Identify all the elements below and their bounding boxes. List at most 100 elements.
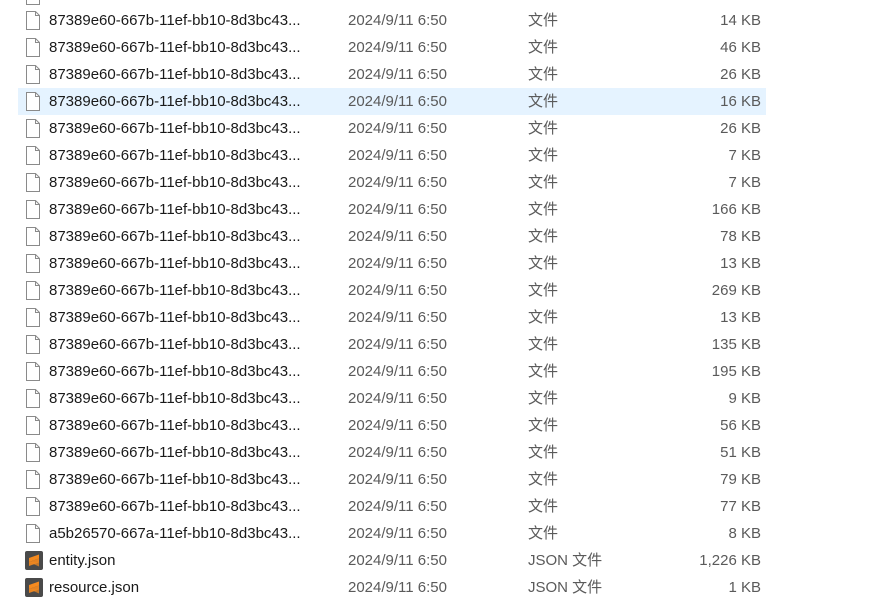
file-size: 79 KB [720, 471, 761, 488]
file-name: 87389e60-667b-11ef-bb10-8d3bc43... [49, 147, 301, 164]
file-date: 2024/9/11 6:50 [348, 525, 447, 542]
document-icon [25, 389, 41, 408]
file-row[interactable]: 87389e60-667b-11ef-bb10-8d3bc43... 2024/9… [18, 493, 766, 520]
file-row[interactable]: resource.json 2024/9/11 6:50 JSON 文件 1 KB [18, 574, 766, 601]
file-name: 87389e60-667b-11ef-bb10-8d3bc43... [49, 228, 301, 245]
file-type: 文件 [528, 309, 559, 326]
file-size: 46 KB [720, 39, 761, 56]
file-type: JSON 文件 [528, 552, 603, 569]
file-name: 87389e60-667b-11ef-bb10-8d3bc43... [49, 39, 301, 56]
file-size: 195 KB [711, 363, 761, 380]
document-icon [25, 92, 41, 111]
file-size: 7 KB [728, 174, 761, 191]
file-row[interactable]: 87389e60-667b-11ef-bb10-8d3bc43... 2024/9… [18, 169, 766, 196]
file-date: 2024/9/11 6:50 [348, 363, 447, 380]
file-size: 14 KB [720, 12, 761, 29]
file-name: 87389e60-667b-11ef-bb10-8d3bc43... [49, 336, 301, 353]
document-icon [25, 146, 41, 165]
file-name: 87389e60-667b-11ef-bb10-8d3bc43... [49, 390, 301, 407]
file-type: 文件 [528, 174, 559, 191]
file-type: 文件 [528, 444, 559, 461]
file-type: 文件 [528, 93, 559, 110]
file-row[interactable]: 87389e60-667b-11ef-bb10-8d3bc43... 2024/9… [18, 277, 766, 304]
file-type: 文件 [528, 498, 559, 515]
file-name: 87389e60-667b-11ef-bb10-8d3bc43... [49, 444, 301, 461]
file-type: 文件 [528, 336, 559, 353]
file-row[interactable]: 87389e60-667b-11ef-bb10-8d3bc43... 2024/9… [18, 385, 766, 412]
file-size: 78 KB [720, 228, 761, 245]
file-type: 文件 [528, 471, 559, 488]
file-row[interactable]: 87389e60-667b-11ef-bb10-8d3bc43... 2024/9… [18, 142, 766, 169]
file-type: 文件 [528, 66, 559, 83]
file-date: 2024/9/11 6:50 [348, 309, 447, 326]
file-row[interactable]: 87389e60-667b-11ef-bb10-8d3bc43... 2024/9… [18, 88, 766, 115]
file-size: 77 KB [720, 498, 761, 515]
file-row[interactable]: 87389e60-667b-11ef-bb10-8d3bc43... 2024/9… [18, 439, 766, 466]
file-size: 13 KB [720, 255, 761, 272]
file-name: 87389e60-667b-11ef-bb10-8d3bc43... [49, 66, 301, 83]
file-date: 2024/9/11 6:50 [348, 39, 447, 56]
file-row[interactable]: 87389e60-667b-11ef-bb10-8d3bc43... 2024/9… [18, 196, 766, 223]
document-icon [25, 38, 41, 57]
file-type: 文件 [528, 282, 559, 299]
file-name: 87389e60-667b-11ef-bb10-8d3bc43... [49, 498, 301, 515]
file-name: 87389e60-667b-11ef-bb10-8d3bc43... [49, 417, 301, 434]
file-row[interactable]: 87389e60-667b-11ef-bb10-8d3bc43... 2024/9… [18, 34, 766, 61]
file-row[interactable]: 87389e60-667b-11ef-bb10-8d3bc43... 2024/9… [18, 358, 766, 385]
file-date: 2024/9/11 6:50 [348, 417, 447, 434]
file-row[interactable]: 87389e60-667b-11ef-bb10-8d3bc43... 2024/9… [18, 304, 766, 331]
file-row[interactable]: 87389e60-667b-11ef-bb10-8d3bc43... 2024/9… [18, 7, 766, 34]
file-row[interactable]: 87389e60-667b-11ef-bb10-8d3bc43... 2024/9… [18, 115, 766, 142]
document-icon [25, 362, 41, 381]
file-row[interactable] [18, 0, 766, 7]
file-date: 2024/9/11 6:50 [348, 444, 447, 461]
file-size: 135 KB [711, 336, 761, 353]
file-row[interactable]: 87389e60-667b-11ef-bb10-8d3bc43... 2024/9… [18, 331, 766, 358]
file-date: 2024/9/11 6:50 [348, 174, 447, 191]
file-date: 2024/9/11 6:50 [348, 579, 447, 596]
file-name: 87389e60-667b-11ef-bb10-8d3bc43... [49, 120, 301, 137]
file-row[interactable]: 87389e60-667b-11ef-bb10-8d3bc43... 2024/9… [18, 223, 766, 250]
file-row[interactable]: 87389e60-667b-11ef-bb10-8d3bc43... 2024/9… [18, 466, 766, 493]
file-row[interactable]: 87389e60-667b-11ef-bb10-8d3bc43... 2024/9… [18, 412, 766, 439]
file-name: a5b26570-667a-11ef-bb10-8d3bc43... [49, 525, 301, 542]
file-date: 2024/9/11 6:50 [348, 552, 447, 569]
file-name: 87389e60-667b-11ef-bb10-8d3bc43... [49, 255, 301, 272]
file-type: 文件 [528, 525, 559, 542]
document-icon [25, 200, 41, 219]
file-type: 文件 [528, 201, 559, 218]
document-icon [25, 443, 41, 462]
file-name: 87389e60-667b-11ef-bb10-8d3bc43... [49, 309, 301, 326]
file-size: 269 KB [711, 282, 761, 299]
file-size: 7 KB [728, 147, 761, 164]
document-icon [25, 335, 41, 354]
file-row[interactable]: 87389e60-667b-11ef-bb10-8d3bc43... 2024/9… [18, 61, 766, 88]
document-icon [25, 524, 41, 543]
document-icon [25, 281, 41, 300]
file-date: 2024/9/11 6:50 [348, 390, 447, 407]
document-icon [25, 173, 41, 192]
file-name: 87389e60-667b-11ef-bb10-8d3bc43... [49, 93, 301, 110]
document-icon [25, 65, 41, 84]
file-row[interactable]: entity.json 2024/9/11 6:50 JSON 文件 1,226 KB [18, 547, 766, 574]
file-size: 26 KB [720, 66, 761, 83]
document-icon [25, 254, 41, 273]
file-size: 1,226 KB [699, 552, 761, 569]
file-row[interactable]: a5b26570-667a-11ef-bb10-8d3bc43... 2024/9… [18, 520, 766, 547]
file-size: 16 KB [720, 93, 761, 110]
file-name: 87389e60-667b-11ef-bb10-8d3bc43... [49, 12, 301, 29]
file-name: 87389e60-667b-11ef-bb10-8d3bc43... [49, 174, 301, 191]
file-date: 2024/9/11 6:50 [348, 282, 447, 299]
file-size: 13 KB [720, 309, 761, 326]
file-row[interactable]: 87389e60-667b-11ef-bb10-8d3bc43... 2024/9… [18, 250, 766, 277]
file-date: 2024/9/11 6:50 [348, 120, 447, 137]
file-type: 文件 [528, 39, 559, 56]
file-size: 8 KB [728, 525, 761, 542]
file-date: 2024/9/11 6:50 [348, 255, 447, 272]
file-type: 文件 [528, 12, 559, 29]
document-icon [25, 470, 41, 489]
file-type: 文件 [528, 120, 559, 137]
file-type: 文件 [528, 228, 559, 245]
file-list: 87389e60-667b-11ef-bb10-8d3bc43... 2024/9… [18, 0, 766, 601]
sublime-text-icon [25, 551, 43, 570]
